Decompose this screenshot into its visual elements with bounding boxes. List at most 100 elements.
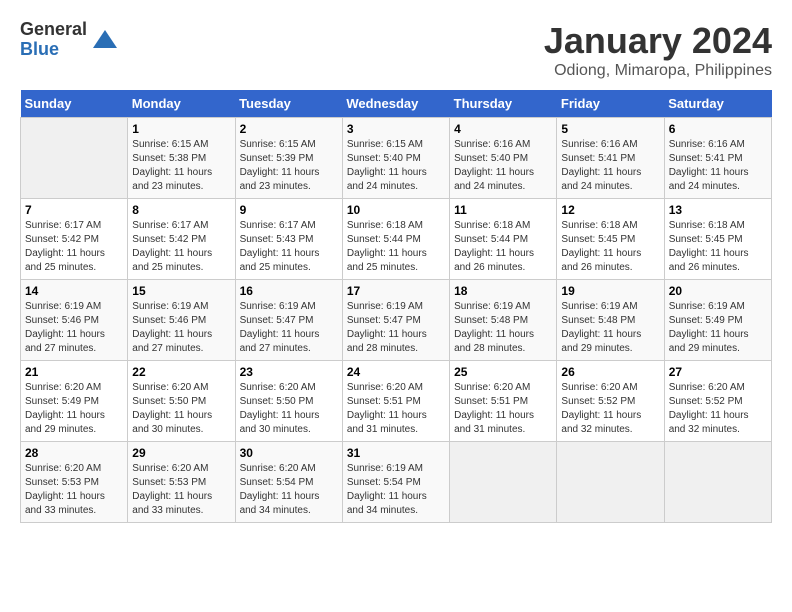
calendar-cell: 21 Sunrise: 6:20 AMSunset: 5:49 PMDayligh… [21, 361, 128, 442]
calendar-cell: 27 Sunrise: 6:20 AMSunset: 5:52 PMDayligh… [664, 361, 771, 442]
calendar-table: SundayMondayTuesdayWednesdayThursdayFrid… [20, 90, 772, 523]
header-cell-thursday: Thursday [450, 90, 557, 118]
week-row-2: 14Sunrise: 6:19 AMSunset: 5:46 PMDayligh… [21, 280, 772, 361]
calendar-cell: 9Sunrise: 6:17 AMSunset: 5:43 PMDaylight… [235, 199, 342, 280]
calendar-cell: 15 Sunrise: 6:19 AMSunset: 5:46 PMDayligh… [128, 280, 235, 361]
day-number: 17 [347, 284, 445, 298]
day-number: 31 [347, 446, 445, 460]
header-cell-friday: Friday [557, 90, 664, 118]
cell-content: Sunrise: 6:18 AMSunset: 5:44 PMDaylight:… [454, 219, 552, 275]
day-number: 4 [454, 122, 552, 136]
calendar-cell: 1 Sunrise: 6:15 AMSunset: 5:38 PMDaylight… [128, 118, 235, 199]
page-header: General Blue January 2024 Odiong, Mimaro… [20, 20, 772, 80]
day-number: 18 [454, 284, 552, 298]
day-number: 3 [347, 122, 445, 136]
cell-content: Sunrise: 6:19 AMSunset: 5:49 PMDaylight:… [669, 300, 767, 356]
calendar-cell: 28Sunrise: 6:20 AMSunset: 5:53 PMDayligh… [21, 442, 128, 523]
calendar-cell [557, 442, 664, 523]
day-number: 8 [132, 203, 230, 217]
day-number: 1 [132, 122, 230, 136]
subtitle: Odiong, Mimaropa, Philippines [544, 62, 772, 80]
title-area: January 2024 Odiong, Mimaropa, Philippin… [544, 20, 772, 80]
cell-content: Sunrise: 6:19 AMSunset: 5:47 PMDaylight:… [240, 300, 338, 356]
header-row: SundayMondayTuesdayWednesdayThursdayFrid… [21, 90, 772, 118]
day-number: 24 [347, 365, 445, 379]
cell-content: Sunrise: 6:20 AMSunset: 5:53 PMDaylight:… [132, 462, 230, 518]
cell-content: Sunrise: 6:19 AMSunset: 5:48 PMDaylight:… [454, 300, 552, 356]
calendar-cell: 25Sunrise: 6:20 AMSunset: 5:51 PMDayligh… [450, 361, 557, 442]
calendar-cell: 2 Sunrise: 6:15 AMSunset: 5:39 PMDaylight… [235, 118, 342, 199]
day-number: 5 [561, 122, 659, 136]
cell-content: Sunrise: 6:15 AMSunset: 5:40 PMDaylight:… [347, 138, 445, 194]
header-cell-sunday: Sunday [21, 90, 128, 118]
header-cell-tuesday: Tuesday [235, 90, 342, 118]
cell-content: Sunrise: 6:19 AMSunset: 5:47 PMDaylight:… [347, 300, 445, 356]
day-number: 19 [561, 284, 659, 298]
day-number: 15 [132, 284, 230, 298]
calendar-cell: 22 Sunrise: 6:20 AMSunset: 5:50 PMDayligh… [128, 361, 235, 442]
cell-content: Sunrise: 6:15 AMSunset: 5:38 PMDaylight:… [132, 138, 230, 194]
cell-content: Sunrise: 6:20 AMSunset: 5:50 PMDaylight:… [132, 381, 230, 437]
calendar-cell: 24Sunrise: 6:20 AMSunset: 5:51 PMDayligh… [342, 361, 449, 442]
header-cell-monday: Monday [128, 90, 235, 118]
calendar-cell: 31Sunrise: 6:19 AMSunset: 5:54 PMDayligh… [342, 442, 449, 523]
calendar-cell: 13 Sunrise: 6:18 AMSunset: 5:45 PMDayligh… [664, 199, 771, 280]
cell-content: Sunrise: 6:18 AMSunset: 5:45 PMDaylight:… [669, 219, 767, 275]
calendar-header: SundayMondayTuesdayWednesdayThursdayFrid… [21, 90, 772, 118]
week-row-1: 7Sunrise: 6:17 AMSunset: 5:42 PMDaylight… [21, 199, 772, 280]
cell-content: Sunrise: 6:20 AMSunset: 5:50 PMDaylight:… [240, 381, 338, 437]
calendar-cell: 4 Sunrise: 6:16 AMSunset: 5:40 PMDaylight… [450, 118, 557, 199]
cell-content: Sunrise: 6:18 AMSunset: 5:44 PMDaylight:… [347, 219, 445, 275]
cell-content: Sunrise: 6:20 AMSunset: 5:52 PMDaylight:… [561, 381, 659, 437]
calendar-cell: 8 Sunrise: 6:17 AMSunset: 5:42 PMDaylight… [128, 199, 235, 280]
cell-content: Sunrise: 6:18 AMSunset: 5:45 PMDaylight:… [561, 219, 659, 275]
day-number: 29 [132, 446, 230, 460]
calendar-cell: 14Sunrise: 6:19 AMSunset: 5:46 PMDayligh… [21, 280, 128, 361]
calendar-cell: 12Sunrise: 6:18 AMSunset: 5:45 PMDayligh… [557, 199, 664, 280]
calendar-cell: 5Sunrise: 6:16 AMSunset: 5:41 PMDaylight… [557, 118, 664, 199]
calendar-cell: 26 Sunrise: 6:20 AMSunset: 5:52 PMDayligh… [557, 361, 664, 442]
calendar-cell: 23 Sunrise: 6:20 AMSunset: 5:50 PMDayligh… [235, 361, 342, 442]
day-number: 6 [669, 122, 767, 136]
calendar-cell: 3 Sunrise: 6:15 AMSunset: 5:40 PMDaylight… [342, 118, 449, 199]
week-row-4: 28Sunrise: 6:20 AMSunset: 5:53 PMDayligh… [21, 442, 772, 523]
day-number: 30 [240, 446, 338, 460]
calendar-cell: 7Sunrise: 6:17 AMSunset: 5:42 PMDaylight… [21, 199, 128, 280]
cell-content: Sunrise: 6:20 AMSunset: 5:54 PMDaylight:… [240, 462, 338, 518]
cell-content: Sunrise: 6:20 AMSunset: 5:51 PMDaylight:… [454, 381, 552, 437]
calendar-cell [450, 442, 557, 523]
cell-content: Sunrise: 6:15 AMSunset: 5:39 PMDaylight:… [240, 138, 338, 194]
cell-content: Sunrise: 6:17 AMSunset: 5:43 PMDaylight:… [240, 219, 338, 275]
calendar-cell: 10Sunrise: 6:18 AMSunset: 5:44 PMDayligh… [342, 199, 449, 280]
cell-content: Sunrise: 6:16 AMSunset: 5:40 PMDaylight:… [454, 138, 552, 194]
calendar-cell: 19Sunrise: 6:19 AMSunset: 5:48 PMDayligh… [557, 280, 664, 361]
logo-text: General Blue [20, 20, 87, 60]
header-cell-wednesday: Wednesday [342, 90, 449, 118]
logo-general: General [20, 20, 87, 40]
day-number: 21 [25, 365, 123, 379]
logo-icon [91, 26, 119, 54]
calendar-cell [664, 442, 771, 523]
calendar-cell: 17 Sunrise: 6:19 AMSunset: 5:47 PMDayligh… [342, 280, 449, 361]
calendar-cell: 20 Sunrise: 6:19 AMSunset: 5:49 PMDayligh… [664, 280, 771, 361]
day-number: 13 [669, 203, 767, 217]
cell-content: Sunrise: 6:17 AMSunset: 5:42 PMDaylight:… [132, 219, 230, 275]
cell-content: Sunrise: 6:16 AMSunset: 5:41 PMDaylight:… [669, 138, 767, 194]
cell-content: Sunrise: 6:20 AMSunset: 5:52 PMDaylight:… [669, 381, 767, 437]
calendar-cell: 18 Sunrise: 6:19 AMSunset: 5:48 PMDayligh… [450, 280, 557, 361]
logo-blue: Blue [20, 40, 87, 60]
cell-content: Sunrise: 6:20 AMSunset: 5:49 PMDaylight:… [25, 381, 123, 437]
day-number: 27 [669, 365, 767, 379]
day-number: 23 [240, 365, 338, 379]
week-row-0: 1 Sunrise: 6:15 AMSunset: 5:38 PMDaylight… [21, 118, 772, 199]
cell-content: Sunrise: 6:19 AMSunset: 5:46 PMDaylight:… [132, 300, 230, 356]
day-number: 20 [669, 284, 767, 298]
day-number: 22 [132, 365, 230, 379]
calendar-cell: 11Sunrise: 6:18 AMSunset: 5:44 PMDayligh… [450, 199, 557, 280]
week-row-3: 21 Sunrise: 6:20 AMSunset: 5:49 PMDayligh… [21, 361, 772, 442]
day-number: 26 [561, 365, 659, 379]
day-number: 16 [240, 284, 338, 298]
day-number: 2 [240, 122, 338, 136]
main-title: January 2024 [544, 20, 772, 62]
calendar-cell: 6 Sunrise: 6:16 AMSunset: 5:41 PMDaylight… [664, 118, 771, 199]
